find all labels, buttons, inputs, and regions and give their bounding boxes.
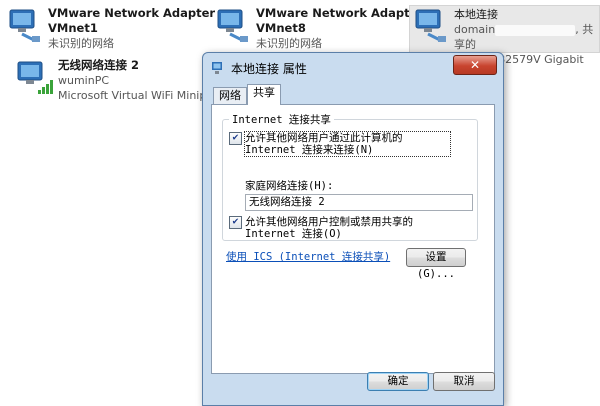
network-item-vmnet8[interactable]: VMware Network Adapter VMnet8 未识别的网络 <box>212 6 423 51</box>
adapter-name: VMware Network Adapter <box>256 6 424 20</box>
home-network-field[interactable]: 无线网络连接 2 <box>245 194 473 211</box>
tab-network[interactable]: 网络 <box>213 87 247 104</box>
network-adapter-icon <box>4 6 44 46</box>
network-adapter-icon <box>212 6 252 46</box>
home-network-label: 家庭网络连接(H): <box>245 180 334 192</box>
allow-connect-label: 允许其他网络用户通过此计算机的 Internet 连接来连接(N) <box>244 131 451 157</box>
ics-group: Internet 连接共享 ✔ 允许其他网络用户通过此计算机的 Internet… <box>222 112 478 241</box>
adapter-name-line2: VMnet1 <box>48 21 98 35</box>
network-item-local-connection[interactable]: 本地连接 domain, 共享的 Intel(R) 82579V Gigabit… <box>409 5 600 81</box>
allow-control-label: 允许其他网络用户控制或禁用共享的 Internet 连接(O) <box>245 216 413 240</box>
tab-sharing[interactable]: 共享 <box>247 84 281 105</box>
sharing-panel: Internet 连接共享 ✔ 允许其他网络用户通过此计算机的 Internet… <box>211 104 495 374</box>
adapter-status: 未识别的网络 <box>256 37 322 50</box>
redacted-area <box>495 24 576 36</box>
allow-control-checkbox[interactable]: ✔ <box>229 216 242 229</box>
adapter-name-line2: VMnet8 <box>256 21 306 35</box>
network-adapter-icon <box>410 6 450 46</box>
adapter-domain-row: domain, 共享的 <box>454 22 599 52</box>
dialog-titlebar[interactable]: 本地连接 属性 ✕ <box>203 53 503 83</box>
settings-button[interactable]: 设置(G)... <box>406 248 466 280</box>
dialog-client: 网络 共享 Internet 连接共享 ✔ 允许其他网络用户通过此计算机的 In… <box>211 83 495 397</box>
tab-strip: 网络 共享 <box>211 83 495 105</box>
ics-help-link[interactable]: 使用 ICS (Internet 连接共享) <box>226 249 390 264</box>
network-item-vmnet1[interactable]: VMware Network Adapter VMnet1 未识别的网络 <box>4 6 215 51</box>
adapter-status: 未识别的网络 <box>48 37 114 50</box>
allow-connect-row[interactable]: ✔ 允许其他网络用户通过此计算机的 Internet 连接来连接(N) <box>229 131 451 157</box>
ok-button[interactable]: 确定 <box>367 372 429 391</box>
adapter-name: VMware Network Adapter <box>48 6 216 20</box>
dialog-title: 本地连接 属性 <box>231 61 307 76</box>
cancel-button[interactable]: 取消 <box>433 372 495 391</box>
wireless-adapter-icon <box>14 58 54 98</box>
allow-connect-checkbox[interactable]: ✔ <box>229 132 242 145</box>
network-item-wireless-2[interactable]: 无线网络连接 2 wuminPC Microsoft Virtual WiFi … <box>14 58 232 103</box>
properties-dialog: 本地连接 属性 ✕ 网络 共享 Internet 连接共享 ✔ 允许其他网络用户… <box>202 52 504 406</box>
close-icon: ✕ <box>469 58 481 72</box>
group-label: Internet 连接共享 <box>229 112 334 127</box>
adapter-name: 本地连接 <box>454 8 498 21</box>
adapter-domain: domain <box>454 23 496 36</box>
allow-control-row[interactable]: ✔ 允许其他网络用户控制或禁用共享的 Internet 连接(O) <box>229 216 450 240</box>
network-adapter-icon <box>212 62 222 74</box>
close-button[interactable]: ✕ <box>453 55 497 75</box>
